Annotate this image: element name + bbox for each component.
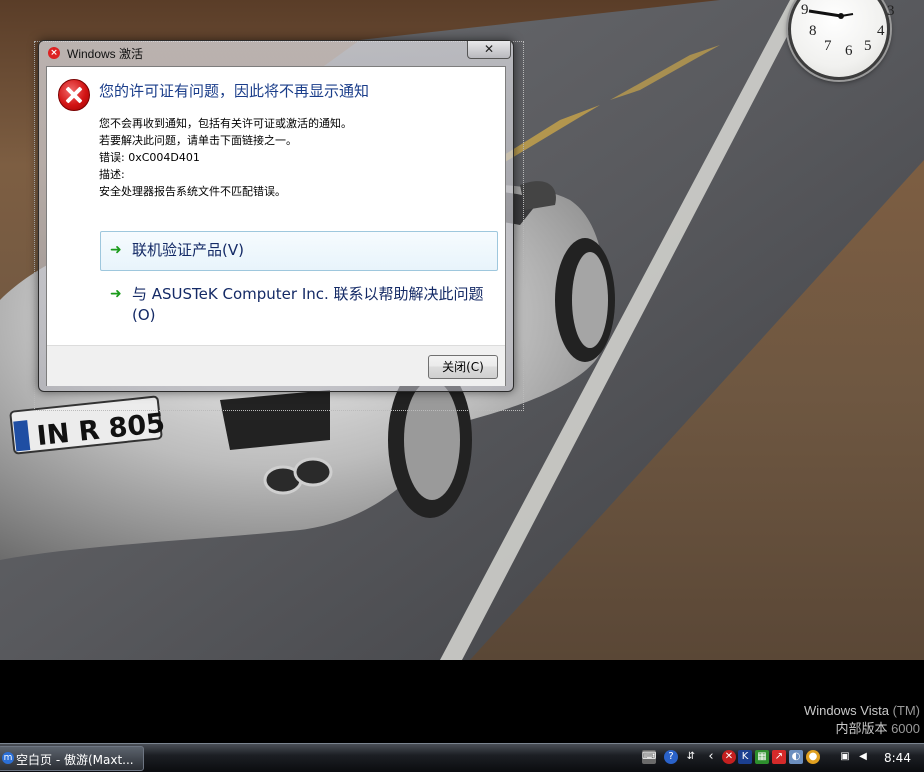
keyboard-icon[interactable]: ⌨ bbox=[642, 750, 656, 764]
clock-numeral: 3 bbox=[887, 3, 895, 19]
safely-remove-hardware-icon[interactable]: ⇵ bbox=[684, 750, 698, 764]
clock-hands bbox=[808, 9, 854, 19]
green-arrow-icon: ➜ bbox=[110, 242, 122, 258]
body-line: 您不会再收到通知，包括有关许可证或激活的通知。 bbox=[99, 117, 352, 130]
dialog-content: 您的许可证有问题，因此将不再显示通知 您不会再收到通知，包括有关许可证或激活的通… bbox=[46, 66, 506, 386]
windows-activation-dialog: × Windows 激活 ✕ 您的许可证有问题，因此将不再显示通知 您不会再收到… bbox=[38, 40, 514, 392]
contact-oem-command-link[interactable]: ➜ 与 ASUSTeK Computer Inc. 联系以帮助解决此问题(O) bbox=[100, 281, 498, 327]
body-line: 描述: bbox=[99, 168, 125, 181]
show-hidden-icons-chevron-icon[interactable]: ‹ bbox=[704, 750, 718, 764]
dialog-titlebar[interactable]: × Windows 激活 ✕ bbox=[39, 41, 513, 65]
taskbar-button-label: 空白页 - 傲游(Maxt... bbox=[16, 753, 134, 767]
antivirus-icon[interactable]: ↗ bbox=[772, 750, 786, 764]
maxthon-browser-icon: m bbox=[2, 752, 14, 764]
command-link-label: 联机验证产品(V) bbox=[132, 241, 244, 259]
network-monitor-icon[interactable]: ▦ bbox=[755, 750, 769, 764]
body-line: 安全处理器报告系统文件不匹配错误。 bbox=[99, 185, 286, 198]
error-small-icon: × bbox=[48, 47, 60, 59]
clock-gadget[interactable]: 9 8 7 6 5 4 3 bbox=[788, 0, 895, 80]
power-icon[interactable]: ● bbox=[806, 750, 820, 764]
security-alert-icon[interactable]: ✕ bbox=[722, 750, 736, 764]
desktop-bottom-band bbox=[0, 660, 924, 743]
dialog-title: Windows 激活 bbox=[67, 47, 144, 61]
close-window-button[interactable]: ✕ bbox=[467, 41, 511, 59]
system-tray: ⌨ ? ⇵ ‹ ✕ K ▦ ↗ ◐ ● ▣ ◀ 8:44 bbox=[638, 746, 924, 770]
main-instruction: 您的许可证有问题，因此将不再显示通知 bbox=[99, 82, 370, 100]
body-line: 若要解决此问题，请单击下面链接之一。 bbox=[99, 134, 297, 147]
vista-build-watermark: Windows Vista (TM) 内部版本 6000 bbox=[803, 703, 920, 736]
dialog-footer: 关闭(C) bbox=[47, 345, 505, 386]
error-icon bbox=[58, 79, 90, 111]
utility-icon[interactable]: ◐ bbox=[789, 750, 803, 764]
taskbar-button-maxthon[interactable]: m 空白页 - 傲游(Maxt... bbox=[0, 746, 144, 771]
help-icon[interactable]: ? bbox=[664, 750, 678, 764]
app-k-icon[interactable]: K bbox=[738, 750, 752, 764]
system-clock-time[interactable]: 8:44 bbox=[884, 751, 911, 765]
volume-icon[interactable]: ◀ bbox=[856, 750, 870, 764]
green-arrow-icon: ➜ bbox=[110, 286, 122, 302]
taskbar: m 空白页 - 傲游(Maxt... ⌨ ? ⇵ ‹ ✕ K ▦ ↗ ◐ ● ▣… bbox=[0, 743, 924, 772]
command-link-label: 与 ASUSTeK Computer Inc. 联系以帮助解决此问题(O) bbox=[132, 285, 484, 324]
verify-online-command-link[interactable]: ➜ 联机验证产品(V) bbox=[100, 231, 498, 271]
body-line: 错误: 0xC004D401 bbox=[99, 151, 200, 164]
close-button[interactable]: 关闭(C) bbox=[428, 355, 498, 379]
network-status-icon[interactable]: ▣ bbox=[838, 750, 852, 764]
dialog-body-text: 您不会再收到通知，包括有关许可证或激活的通知。 若要解决此问题，请单击下面链接之… bbox=[99, 115, 352, 200]
